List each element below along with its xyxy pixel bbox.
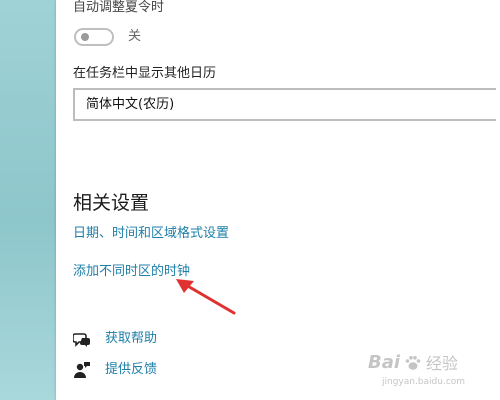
watermark-url: jingyan.baidu.com <box>382 377 466 387</box>
date-time-region-link[interactable]: 日期、时间和区域格式设置 <box>73 226 229 242</box>
watermark-suffix: 经验 <box>426 354 459 373</box>
calendar-dropdown[interactable]: 简体中文(农历) <box>73 88 496 121</box>
watermark: Bai 经验 jingyan.baidu.com <box>350 352 490 398</box>
calendar-label: 在任务栏中显示其他日历 <box>73 66 217 81</box>
desktop-background <box>0 0 56 400</box>
watermark-brand: Bai <box>368 352 401 373</box>
toggle-knob <box>81 33 89 41</box>
red-arrow-annotation <box>176 279 236 315</box>
help-chat-icon <box>73 333 90 347</box>
related-settings-title: 相关设置 <box>73 192 150 214</box>
dst-toggle-state: 关 <box>128 29 142 44</box>
get-help-link[interactable]: 获取帮助 <box>105 331 157 347</box>
dst-toggle[interactable] <box>74 28 114 46</box>
calendar-selected-value: 简体中文(农历) <box>86 97 175 112</box>
feedback-link[interactable]: 提供反馈 <box>105 362 157 378</box>
paw-icon <box>405 356 421 370</box>
dst-label: 自动调整夏令时 <box>73 0 165 15</box>
feedback-person-icon <box>74 362 90 378</box>
